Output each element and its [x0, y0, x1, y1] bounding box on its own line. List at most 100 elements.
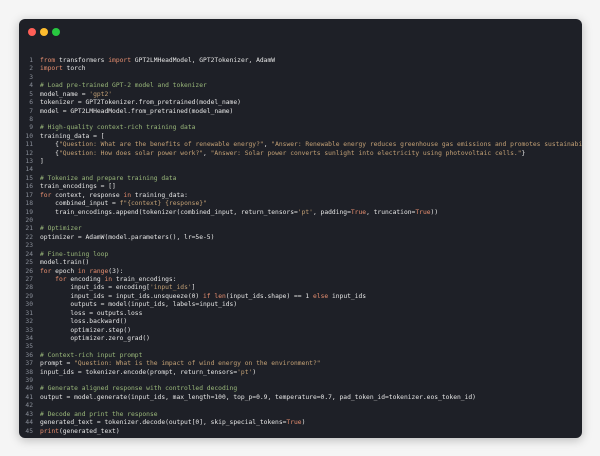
code-line-text: optimizer.step() [40, 327, 131, 335]
line-number: 37 [25, 360, 33, 368]
line-number: 38 [25, 368, 33, 376]
line-number: 42 [25, 402, 33, 410]
code-token: ] [191, 284, 196, 292]
code-line: 23 [19, 242, 582, 250]
code-token: import [108, 57, 131, 64]
code-token: 'input_ids' [149, 284, 192, 292]
line-number: 8 [29, 115, 33, 123]
code-token: # Tokenize and prepare training data [40, 174, 177, 182]
code-token: training_data: [131, 191, 188, 199]
code-line: 33 optimizer.step() [19, 327, 582, 335]
code-line: 29 input_ids = input_ids.unsqueeze(0) if… [19, 293, 582, 301]
line-number: 2 [29, 65, 33, 73]
code-token: "Question: What is the impact of wind en… [74, 360, 321, 368]
code-line: 17 for context, response in training_data… [19, 192, 582, 200]
line-number: 43 [25, 410, 33, 418]
code-line: 41 output = model.generate(input_ids, max… [19, 394, 582, 402]
code-line: 39 [19, 377, 582, 385]
code-line-text: train_encodings.append(tokenizer(combine… [40, 209, 438, 217]
code-token: train_encodings: [112, 275, 177, 283]
code-line: 44 generated_text = tokenizer.decode(outp… [19, 419, 582, 427]
code-line: 11 {"Question: What are the benefits of … [19, 141, 582, 149]
code-line-text: # Decode and print the response [40, 411, 158, 419]
line-number: 35 [25, 343, 33, 351]
code-token: model = GPT2LMHeadModel.from_pretrained(… [40, 107, 234, 115]
line-number: 11 [25, 141, 33, 149]
code-token: True [286, 419, 302, 427]
code-token: optimizer = AdamW(model.parameters(), lr… [40, 233, 215, 241]
code-line-text: for epoch in range(3): [40, 268, 123, 276]
code-line: 25 model.train() [19, 259, 582, 267]
code-token: optimizer.zero_grad() [40, 334, 150, 342]
code-token: (3): [108, 267, 124, 275]
code-token: input_ids [328, 292, 367, 300]
code-line: 40 # Generate aligned response with contr… [19, 385, 582, 393]
code-line-text: train_encodings = [] [40, 183, 116, 191]
code-line: 38 input_ids = tokenizer.encode(prompt, r… [19, 369, 582, 377]
code-token: True [350, 208, 367, 216]
code-line: 2 import torch [19, 65, 582, 73]
line-number: 18 [25, 200, 33, 208]
zoom-window-button[interactable] [52, 28, 60, 36]
line-number: 9 [29, 124, 33, 132]
code-token: tokenizer = GPT2Tokenizer.from_pretraine… [40, 99, 241, 107]
code-token: } [521, 149, 526, 157]
code-line-text: loss = outputs.loss [40, 310, 142, 318]
code-line: 35 [19, 343, 582, 351]
code-token: model.train() [40, 259, 90, 267]
code-token: f"{context} {response}" [119, 200, 207, 208]
minimize-window-button[interactable] [40, 28, 48, 36]
code-line: 1 from transformers import GPT2LMHeadMode… [19, 57, 582, 65]
code-token: "Question: How does solar power work?" [58, 149, 204, 157]
code-token: optimizer.step() [40, 326, 131, 334]
code-token: # High-quality context-rich training dat… [40, 124, 196, 132]
code-line-text: ] [40, 158, 44, 166]
code-token: prompt = [40, 360, 75, 368]
code-token: len [214, 292, 226, 300]
line-number: 12 [25, 149, 33, 157]
line-number: 44 [25, 419, 33, 427]
code-line: 34 optimizer.zero_grad() [19, 335, 582, 343]
line-number: 34 [25, 334, 33, 342]
code-token: input_ids = input_ids.unsqueeze(0) [40, 292, 204, 300]
close-window-button[interactable] [28, 28, 36, 36]
code-line: 24 # Fine-tuning loop [19, 251, 582, 259]
code-line-text: optimizer.zero_grad() [40, 335, 150, 343]
line-number: 1 [29, 57, 33, 64]
line-number: 17 [25, 191, 33, 199]
code-token: "Question: What are the benefits of rene… [58, 141, 264, 149]
code-token: # Generate aligned response with control… [40, 385, 238, 393]
code-token: combined_input = [40, 200, 120, 208]
code-token: # Fine-tuning loop [40, 250, 109, 258]
code-token: , truncation= [366, 208, 416, 216]
code-line-text: import torch [40, 65, 86, 73]
code-line: 5 model_name = 'gpt2' [19, 91, 582, 99]
line-number: 4 [29, 82, 33, 90]
code-line: 21 # Optimizer [19, 225, 582, 233]
code-line: 20 [19, 217, 582, 225]
line-number: 28 [25, 284, 33, 292]
code-token: GPT2LMHeadModel, GPT2Tokenizer, AdamW [131, 57, 276, 64]
line-number: 39 [25, 377, 33, 385]
code-token: in [104, 275, 113, 283]
line-number: 40 [25, 385, 33, 393]
code-token: for [40, 267, 52, 275]
code-line: 37 prompt = "Question: What is the impact… [19, 360, 582, 368]
code-token: from [40, 57, 56, 64]
code-editor[interactable]: 1 from transformers import GPT2LMHeadMode… [19, 57, 582, 436]
code-line-text: # Fine-tuning loop [40, 251, 108, 259]
code-line-text: from transformers import GPT2LMHeadModel… [40, 57, 275, 65]
code-line-text: model = GPT2LMHeadModel.from_pretrained(… [40, 108, 233, 116]
line-number: 33 [25, 326, 33, 334]
code-line: 9 # High-quality context-rich training da… [19, 124, 582, 132]
code-token: { [40, 149, 59, 157]
code-line-text: # Load pre-trained GPT-2 model and token… [40, 82, 207, 90]
code-token: else [312, 292, 329, 300]
line-number: 22 [25, 233, 33, 241]
code-token: in [123, 191, 131, 199]
code-token: in [77, 267, 86, 275]
code-token: # Optimizer [40, 225, 82, 233]
code-line-text: # Optimizer [40, 225, 82, 233]
code-token: transformers [55, 57, 109, 64]
